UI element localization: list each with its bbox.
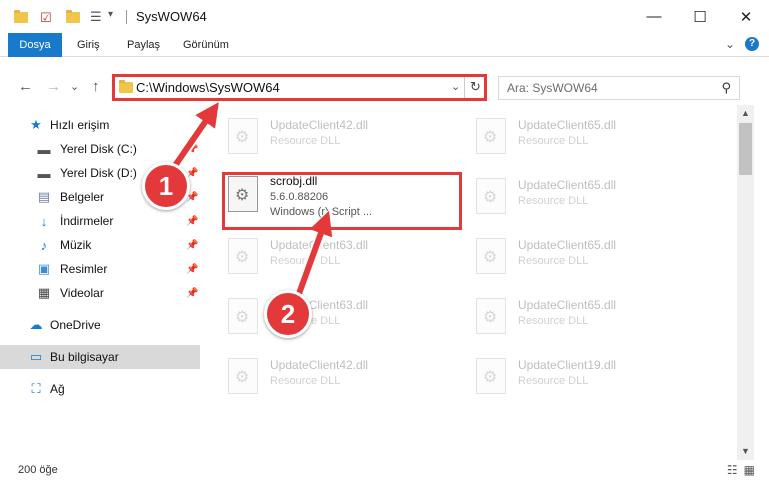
sidebar-item-network[interactable]: ⛶ Ağ xyxy=(0,377,200,401)
customize-quick-access-icon[interactable]: ☰ xyxy=(90,9,104,24)
star-icon: ★ xyxy=(30,117,42,132)
window-title: SysWOW64 xyxy=(136,9,207,24)
list-item[interactable]: UpdateClient65.dll Resource DLL xyxy=(472,290,702,342)
dll-file-icon xyxy=(228,118,258,154)
list-item[interactable]: UpdateClient42.dll Resource DLL xyxy=(224,110,454,162)
list-item[interactable]: UpdateClient63.dll Resource DLL xyxy=(224,230,454,282)
chevron-down-icon[interactable]: ▾ xyxy=(108,9,122,23)
sidebar-item-music[interactable]: ♪ Müzik 📌 xyxy=(0,233,200,257)
network-icon: ⛶ xyxy=(31,381,41,396)
sidebar-item-onedrive[interactable]: ☁ OneDrive xyxy=(0,313,200,337)
maximize-button[interactable]: ☐ xyxy=(677,0,723,33)
list-item[interactable]: UpdateClient65.dll Resource DLL xyxy=(472,230,702,282)
new-folder-icon[interactable] xyxy=(66,10,80,26)
item-count: 200 öğe xyxy=(18,464,58,476)
expand-ribbon-icon[interactable]: ⌄ xyxy=(725,37,735,51)
dll-file-icon xyxy=(476,238,506,274)
dll-file-icon xyxy=(228,176,258,212)
pin-icon: 📌 xyxy=(186,263,199,275)
computer-icon: ▭ xyxy=(29,349,43,364)
details-view-icon[interactable]: ☷ xyxy=(727,463,738,477)
navigation-pane: ★ Hızlı erişim ▬ Yerel Disk (C:) 📌 ▬ Yer… xyxy=(0,105,200,460)
pin-icon: 📌 xyxy=(186,287,199,299)
sidebar-item-pictures[interactable]: ▣ Resimler 📌 xyxy=(0,257,200,281)
tab-view[interactable]: Görünüm xyxy=(183,33,229,57)
dll-file-icon xyxy=(476,298,506,334)
step-1-badge: 1 xyxy=(142,162,190,210)
help-icon[interactable]: ? xyxy=(745,37,759,51)
step-2-badge: 2 xyxy=(264,290,312,338)
dll-file-icon xyxy=(228,238,258,274)
list-item[interactable]: UpdateClient65.dll Resource DLL xyxy=(472,110,702,162)
cloud-icon: ☁ xyxy=(29,317,43,332)
dll-file-icon xyxy=(228,298,258,334)
properties-icon[interactable]: ☑ xyxy=(40,10,54,25)
search-icon[interactable]: ⚲ xyxy=(721,80,731,96)
dll-file-icon xyxy=(476,178,506,214)
scroll-down-icon[interactable]: ▼ xyxy=(737,443,754,460)
large-icons-view-icon[interactable]: ▦ xyxy=(744,463,755,477)
videos-icon: ▦ xyxy=(37,285,51,300)
scroll-thumb[interactable] xyxy=(739,123,752,175)
sidebar-item-this-pc[interactable]: ▭ Bu bilgisayar xyxy=(0,345,200,369)
status-bar: 200 öğe ☷ ▦ xyxy=(0,460,769,489)
vertical-scrollbar[interactable]: ▲ ▼ xyxy=(737,105,754,460)
list-item[interactable]: UpdateClient19.dll Resource DLL xyxy=(472,350,702,402)
up-button[interactable]: ↑ xyxy=(92,78,100,95)
sidebar-item-downloads[interactable]: ↓ İndirmeler 📌 xyxy=(0,209,200,233)
ribbon-tabs: Dosya Giriş Paylaş Görünüm ⌄ ? xyxy=(0,33,769,57)
back-button[interactable]: ← xyxy=(18,78,33,95)
title-separator xyxy=(126,10,127,24)
list-item[interactable]: UpdateClient63.dll Resource DLL xyxy=(224,290,454,342)
tab-file[interactable]: Dosya xyxy=(8,33,62,57)
recent-locations-button[interactable]: ⌄ xyxy=(70,80,79,93)
folder-icon xyxy=(119,80,133,93)
dll-file-icon xyxy=(476,358,506,394)
list-item-scrobj[interactable]: scrobj.dll 5.6.0.88206 Windows (r) Scrip… xyxy=(224,168,454,220)
drive-icon: ▬ xyxy=(37,141,51,157)
list-item[interactable]: UpdateClient65.dll Resource DLL xyxy=(472,170,702,222)
close-button[interactable]: ✕ xyxy=(723,0,769,33)
forward-button[interactable]: → xyxy=(46,78,61,95)
search-placeholder: Ara: SysWOW64 xyxy=(507,81,598,95)
address-dropdown-icon[interactable]: ⌄ xyxy=(451,80,460,93)
sidebar-item-quick-access[interactable]: ★ Hızlı erişim xyxy=(0,113,200,137)
minimize-button[interactable]: — xyxy=(631,0,677,33)
search-input[interactable]: Ara: SysWOW64 ⚲ xyxy=(498,76,740,100)
sidebar-item-local-disk-c[interactable]: ▬ Yerel Disk (C:) 📌 xyxy=(0,137,200,161)
pin-icon: 📌 xyxy=(186,215,199,227)
sidebar-item-videos[interactable]: ▦ Videolar 📌 xyxy=(0,281,200,305)
scroll-up-icon[interactable]: ▲ xyxy=(737,105,754,122)
downloads-icon: ↓ xyxy=(40,213,48,229)
tab-home[interactable]: Giriş xyxy=(77,33,100,57)
pin-icon: 📌 xyxy=(186,143,199,155)
music-icon: ♪ xyxy=(40,237,48,253)
tab-share[interactable]: Paylaş xyxy=(127,33,160,57)
list-item[interactable]: UpdateClient42.dll Resource DLL xyxy=(224,350,454,402)
dll-file-icon xyxy=(476,118,506,154)
drive-icon: ▬ xyxy=(37,165,51,181)
address-path[interactable]: C:\Windows\SysWOW64 xyxy=(136,80,280,95)
folder-icon xyxy=(14,10,28,26)
pictures-icon: ▣ xyxy=(37,261,51,276)
refresh-button[interactable]: ↻ xyxy=(464,76,486,98)
pin-icon: 📌 xyxy=(186,239,199,251)
documents-icon: ▤ xyxy=(37,189,51,204)
dll-file-icon xyxy=(228,358,258,394)
title-bar: ☑ ☰ ▾ SysWOW64 — ☐ ✕ xyxy=(0,0,769,33)
